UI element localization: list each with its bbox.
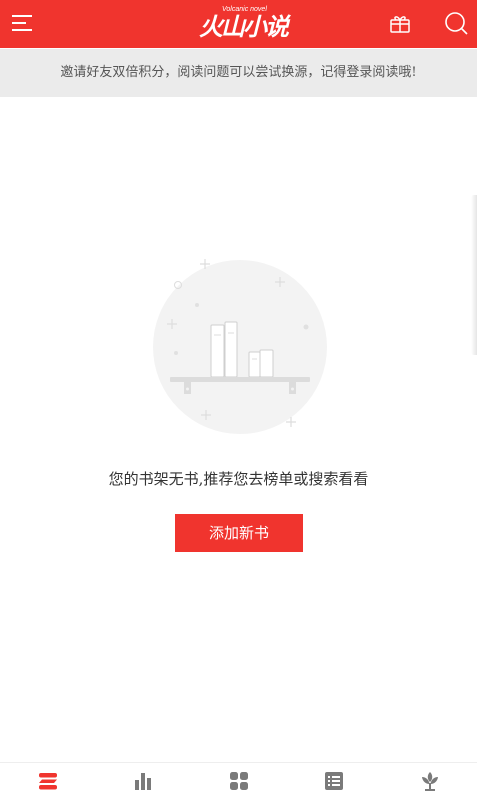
bottom-tab-bar xyxy=(0,762,477,798)
gift-icon xyxy=(390,16,410,33)
empty-shelf-message: 您的书架无书,推荐您去榜单或搜索看看 xyxy=(108,470,369,488)
discover-icon xyxy=(421,772,438,791)
list-icon xyxy=(324,772,343,790)
tab-category[interactable] xyxy=(191,769,286,793)
tab-list[interactable] xyxy=(286,769,381,793)
edge-drawer-handle[interactable] xyxy=(471,195,477,355)
tab-bookshelf[interactable] xyxy=(0,769,95,793)
search-button[interactable] xyxy=(443,10,469,36)
app-logo: Volcanic novel 火山小说 xyxy=(193,4,289,44)
add-book-button[interactable]: 添加新书 xyxy=(175,514,303,552)
tab-discover[interactable] xyxy=(382,769,477,793)
search-icon xyxy=(445,12,468,35)
logo-text: 火山小说 xyxy=(199,13,289,41)
menu-button[interactable] xyxy=(10,11,34,35)
tab-ranking[interactable] xyxy=(95,769,190,793)
notice-banner[interactable]: 邀请好友双倍积分，阅读问题可以尝试换源，记得登录阅读哦! xyxy=(0,49,477,97)
gift-button[interactable] xyxy=(388,11,412,35)
bookshelf-icon xyxy=(38,773,57,790)
logo-subtext: Volcanic novel xyxy=(222,6,267,13)
top-bar: Volcanic novel 火山小说 xyxy=(0,0,477,48)
menu-icon xyxy=(12,15,32,31)
ranking-icon xyxy=(134,773,151,790)
empty-bookshelf-illustration xyxy=(148,255,333,440)
category-icon xyxy=(229,772,248,790)
